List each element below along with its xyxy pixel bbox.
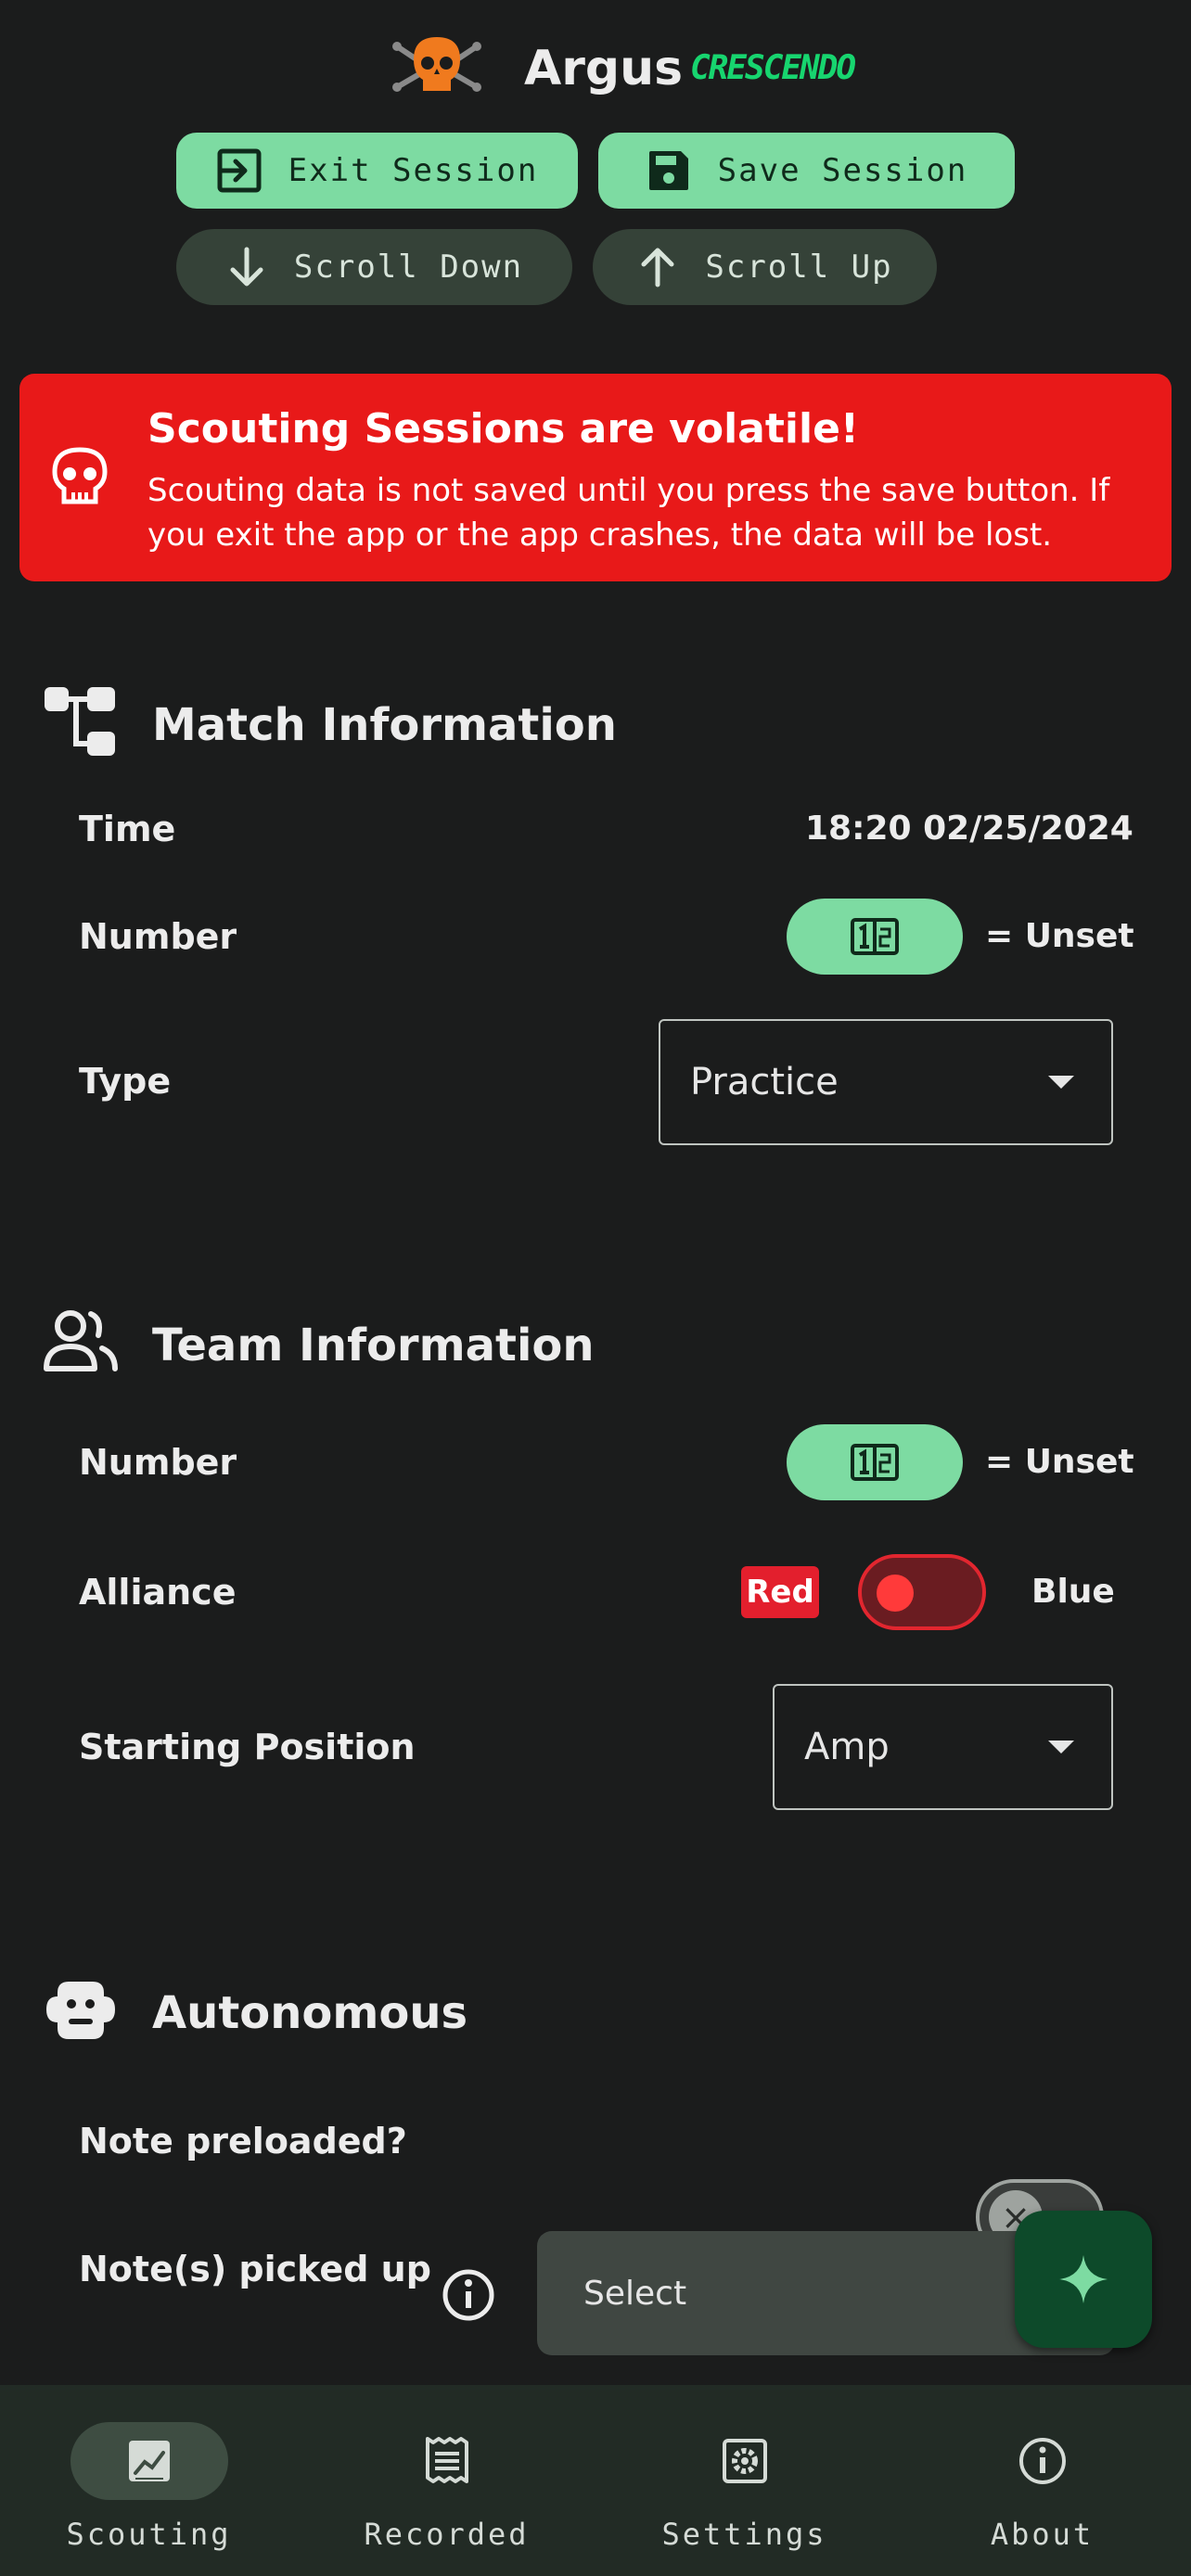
starting-position-select[interactable]: Amp	[773, 1684, 1113, 1810]
receipt-icon	[425, 2437, 468, 2483]
warning-body: Scouting data is not saved until you pre…	[147, 472, 1110, 554]
scroll-up-label: Scroll Up	[705, 249, 893, 286]
chevron-down-icon	[1048, 1741, 1074, 1753]
bottom-navigation: Scouting Recorded Settings About	[0, 2385, 1191, 2576]
number-pad-icon	[851, 918, 899, 955]
exit-session-button[interactable]: Exit Session	[176, 133, 578, 209]
people-icon	[44, 1310, 118, 1371]
save-icon	[648, 151, 688, 190]
nav-item-about[interactable]: About	[893, 2385, 1191, 2576]
starting-position-label: Starting Position	[79, 1727, 416, 1767]
match-type-value: Practice	[690, 1061, 839, 1103]
arrow-down-icon	[230, 247, 263, 287]
alliance-label: Alliance	[79, 1572, 237, 1613]
chevron-down-icon	[1048, 1076, 1074, 1089]
nav-pill	[70, 2422, 228, 2500]
match-time-value: 18:20 02/25/2024	[805, 810, 1133, 848]
robot-icon	[46, 1982, 115, 2039]
save-session-button[interactable]: Save Session	[598, 133, 1015, 209]
match-information-title: Match Information	[152, 699, 617, 751]
match-number-label: Number	[79, 916, 237, 957]
autonomous-title: Autonomous	[152, 1987, 468, 2039]
info-icon	[1018, 2438, 1066, 2484]
hierarchy-icon	[45, 687, 115, 756]
team-logo	[391, 33, 482, 100]
nav-pill	[964, 2422, 1121, 2500]
volatile-warning-banner: Scouting Sessions are volatile! Scouting…	[19, 374, 1172, 581]
nav-item-recorded[interactable]: Recorded	[298, 2385, 596, 2576]
notes-picked-up-placeholder: Select	[583, 2274, 687, 2313]
nav-label-settings: Settings	[661, 2517, 827, 2552]
chart-icon	[128, 2441, 170, 2481]
exit-session-label: Exit Session	[288, 152, 539, 189]
gear-icon	[722, 2439, 767, 2483]
sparkle-icon	[1059, 2255, 1108, 2303]
nav-label-recorded: Recorded	[364, 2517, 530, 2552]
team-number-label: Number	[79, 1442, 237, 1483]
note-preloaded-label: Note preloaded?	[79, 2121, 407, 2162]
nav-item-settings[interactable]: Settings	[596, 2385, 893, 2576]
save-session-label: Save Session	[717, 152, 968, 189]
info-icon[interactable]	[442, 2268, 495, 2322]
ai-assist-fab[interactable]	[1015, 2211, 1152, 2348]
match-type-label: Type	[79, 1061, 172, 1102]
alliance-blue-label: Blue	[1031, 1573, 1115, 1611]
nav-pill	[666, 2422, 824, 2500]
match-type-select[interactable]: Practice	[659, 1019, 1113, 1145]
nav-label-about: About	[990, 2517, 1095, 2552]
scroll-up-button[interactable]: Scroll Up	[593, 229, 937, 305]
number-pad-icon	[851, 1444, 899, 1481]
match-number-button[interactable]	[787, 899, 963, 975]
game-logo: CRESCENDO	[690, 49, 856, 87]
app-title: Argus	[524, 41, 684, 96]
match-number-value: = Unset	[985, 917, 1134, 955]
team-number-button[interactable]	[787, 1424, 963, 1500]
match-time-label: Time	[79, 809, 176, 849]
arrow-up-icon	[641, 248, 674, 287]
toggle-knob	[877, 1575, 914, 1612]
alliance-red-label: Red	[741, 1566, 819, 1618]
skull-icon	[52, 447, 108, 504]
notes-picked-up-label: Note(s) picked up	[79, 2249, 431, 2289]
exit-icon	[217, 148, 262, 193]
team-number-value: = Unset	[985, 1443, 1134, 1481]
nav-pill	[368, 2422, 526, 2500]
nav-label-scouting: Scouting	[66, 2517, 232, 2552]
nav-item-scouting[interactable]: Scouting	[0, 2385, 298, 2576]
alliance-toggle[interactable]	[858, 1554, 986, 1630]
scroll-down-label: Scroll Down	[293, 249, 524, 286]
scroll-down-button[interactable]: Scroll Down	[176, 229, 572, 305]
warning-title: Scouting Sessions are volatile!	[147, 405, 859, 453]
starting-position-value: Amp	[804, 1726, 890, 1768]
team-information-title: Team Information	[152, 1320, 595, 1371]
